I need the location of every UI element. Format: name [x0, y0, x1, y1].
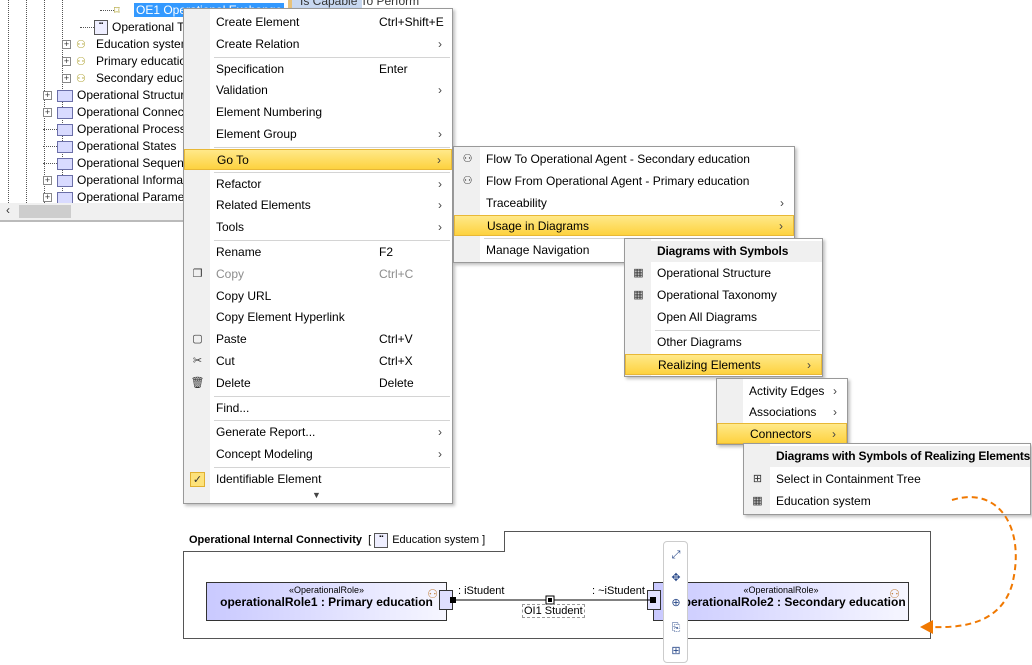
hierarchy-icon[interactable]: ⊞: [669, 644, 683, 658]
diagram-overlay: [450, 496, 1017, 634]
connector-tool-icon[interactable]: ⤢: [669, 548, 683, 562]
arrow-head: [920, 620, 933, 634]
smart-manipulator-toolbar: ⤢ ✥ ⊕ ⎘ ⊞: [663, 541, 688, 663]
connector-label[interactable]: OI1 Student: [522, 604, 585, 618]
display-paths-icon[interactable]: ⊕: [669, 596, 683, 610]
related-elements-icon[interactable]: ✥: [669, 571, 683, 585]
connector-end: [650, 597, 656, 603]
navigation-arrow: [929, 496, 1017, 629]
port2-label: : ~iStudent: [592, 585, 645, 597]
port1-label: : iStudent: [458, 585, 505, 597]
note-icon[interactable]: ⎘: [669, 621, 683, 635]
connector-end: [450, 597, 456, 603]
